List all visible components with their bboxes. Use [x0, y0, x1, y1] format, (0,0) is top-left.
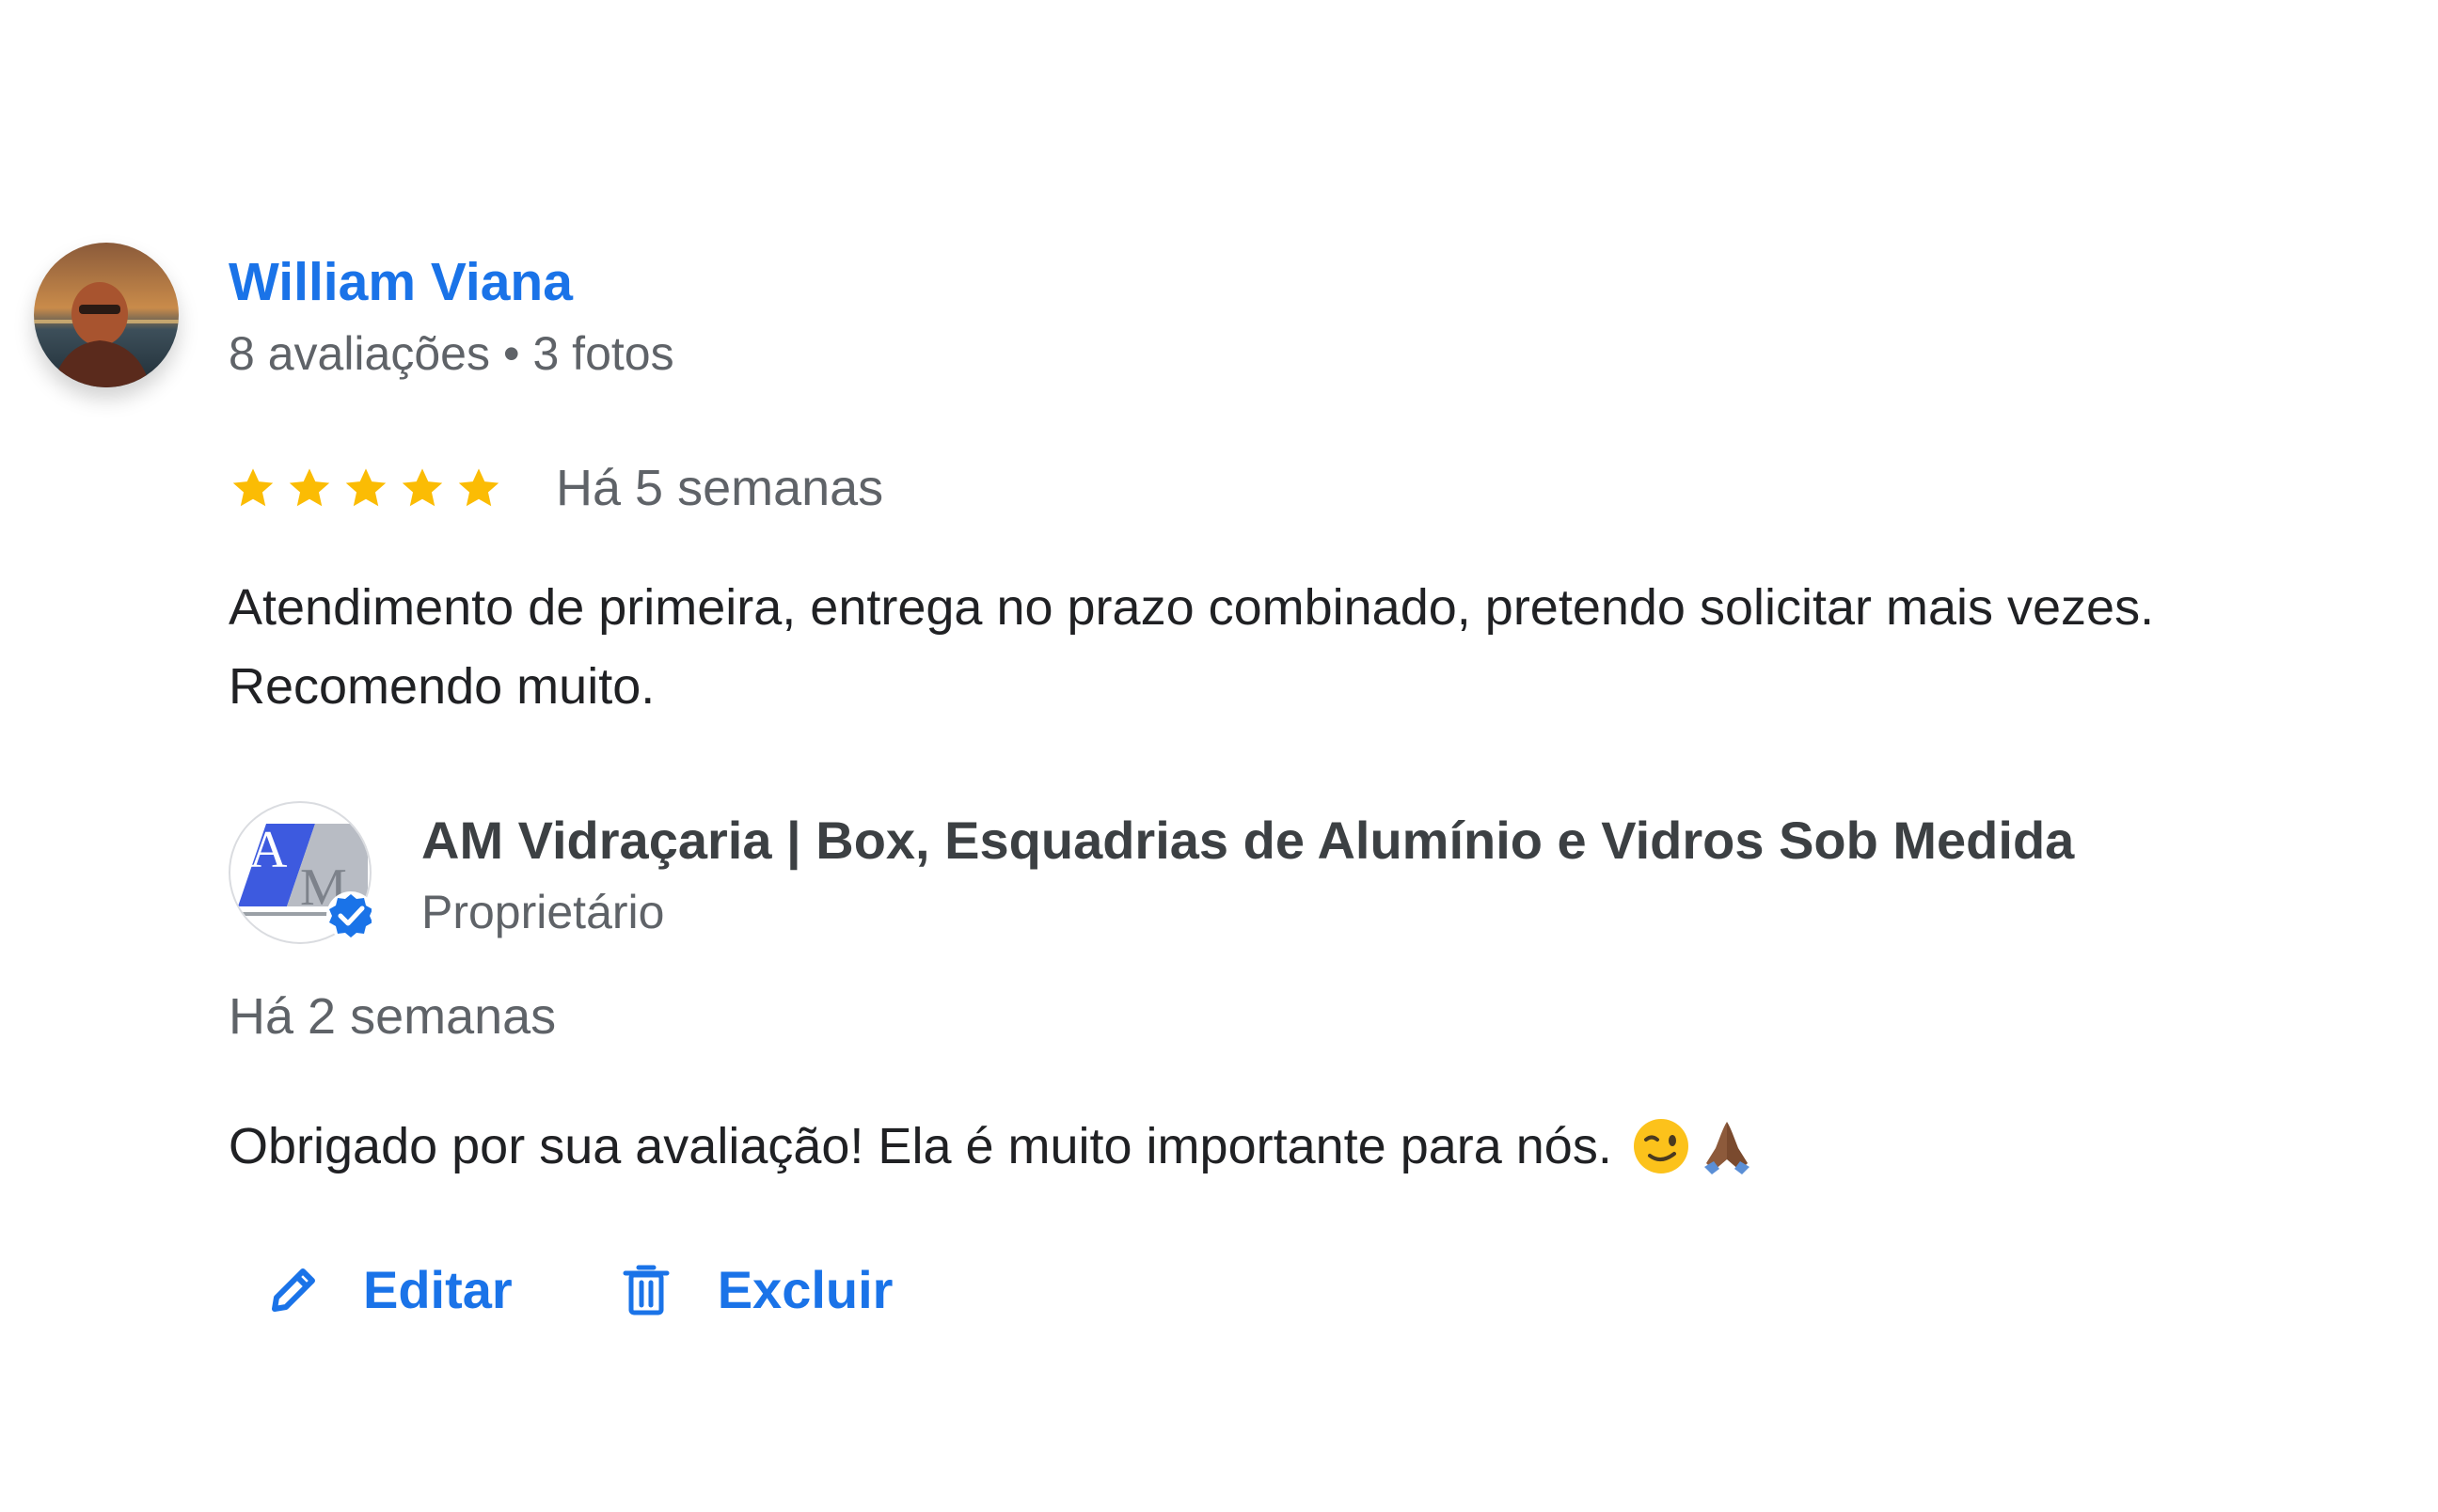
- reply-actions: Editar Excluir: [263, 1249, 893, 1331]
- star-icon: [458, 468, 499, 507]
- reviewer-review-count: 8 avaliações: [229, 327, 490, 380]
- svg-text:A: A: [249, 821, 288, 879]
- reviewer-meta: 8 avaliações • 3 fotos: [229, 323, 674, 384]
- delete-button[interactable]: Excluir: [616, 1256, 894, 1324]
- reviewer-photo-count: 3 fotos: [532, 327, 674, 380]
- star-icon: [345, 468, 387, 507]
- review-date: Há 5 semanas: [556, 460, 884, 516]
- delete-button-label: Excluir: [717, 1260, 894, 1319]
- winking-face-emoji-icon: [1631, 1116, 1691, 1176]
- reviewer-avatar[interactable]: [34, 243, 179, 387]
- edit-button-label: Editar: [363, 1260, 513, 1319]
- owner-name: AM Vidraçaria | Box, Esquadrias de Alumí…: [421, 811, 2075, 870]
- pencil-icon: [272, 1268, 315, 1312]
- edit-button[interactable]: Editar: [263, 1256, 513, 1324]
- owner-logo: A M: [229, 801, 375, 944]
- reply-date: Há 2 semanas: [229, 988, 557, 1045]
- reviewer-name[interactable]: William Viana: [229, 248, 573, 316]
- review-card: William Viana 8 avaliações • 3 fotos Há 5 …: [0, 0, 2438, 1512]
- owner-role: Proprietário: [421, 886, 665, 938]
- meta-separator: •: [502, 327, 520, 380]
- star-icon: [402, 468, 443, 507]
- star-rating: [229, 464, 503, 512]
- business-logo-icon: A M: [229, 801, 375, 944]
- folded-hands-emoji-icon: [1697, 1116, 1757, 1176]
- review-text: Atendimento de primeira, entrega no praz…: [229, 579, 2155, 715]
- star-icon: [232, 468, 274, 507]
- star-icon: [289, 468, 330, 507]
- rating-row: Há 5 semanas: [229, 455, 883, 521]
- trash-icon: [623, 1265, 670, 1315]
- reviewer-photo: [34, 243, 179, 387]
- reply-text: Obrigado por sua avaliação! Ela é muito …: [229, 1118, 1612, 1174]
- reply-text-row: Obrigado por sua avaliação! Ela é muito …: [229, 1110, 1757, 1183]
